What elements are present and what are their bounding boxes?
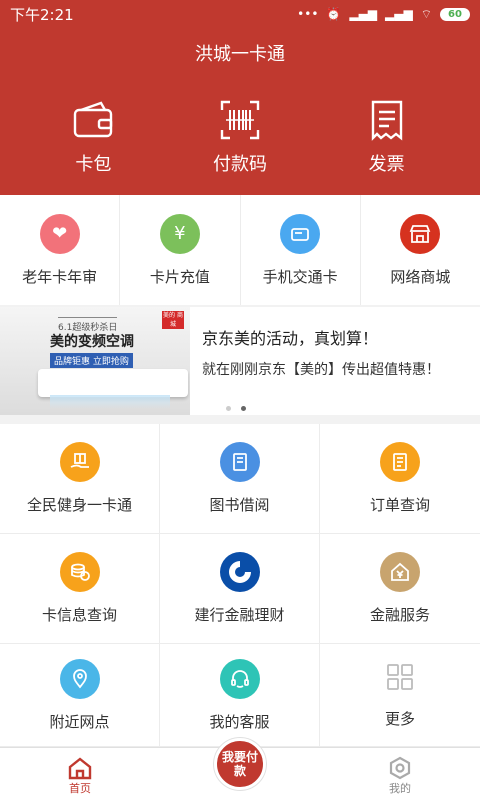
- customer-service-button[interactable]: 我的客服: [160, 644, 320, 747]
- book-icon: [219, 442, 260, 482]
- card-recharge-button[interactable]: ¥ 卡片充值: [120, 195, 241, 305]
- grid-label-3: 卡信息查询: [41, 606, 117, 624]
- air-flow-decoration: [50, 395, 170, 409]
- invoice-button[interactable]: 发票: [332, 98, 442, 176]
- pay-now-button[interactable]: 我要付款: [214, 738, 266, 790]
- alarm-icon: ⏰: [326, 7, 342, 21]
- coins-icon: [59, 552, 100, 592]
- home-icon: [68, 757, 92, 780]
- nav-mine[interactable]: 我的: [320, 748, 480, 800]
- ccb-finance-button[interactable]: 建行金融理财: [160, 534, 320, 644]
- nav-home[interactable]: 首页: [0, 748, 160, 800]
- page-title: 洪城一卡通: [195, 44, 285, 65]
- grid-label-2: 订单查询: [369, 496, 430, 514]
- quick-label-0: 老年卡年审: [22, 267, 98, 286]
- payment-code-label: 付款码: [212, 154, 267, 175]
- profile-hexagon-icon: [389, 756, 411, 780]
- quick-label-1: 卡片充值: [149, 267, 210, 286]
- more-dots-icon: •••: [297, 7, 319, 21]
- air-conditioner-image: [38, 369, 188, 397]
- receipt-icon: [371, 100, 402, 141]
- grid-label-5: 金融服务: [369, 606, 430, 624]
- grid-label-1: 图书借阅: [209, 496, 270, 514]
- battery-icon: 60: [440, 7, 470, 21]
- quick-label-2: 手机交通卡: [262, 267, 338, 286]
- mobile-transit-card-button[interactable]: 手机交通卡: [241, 195, 361, 305]
- banner-description: 就在刚刚京东【美的】传出超值特惠！: [202, 362, 440, 378]
- bottom-navigation: 首页 我的 我要付款: [0, 738, 480, 800]
- gift-hand-icon: [59, 442, 100, 482]
- carousel-dot[interactable]: [226, 406, 231, 411]
- yen-icon: ¥: [159, 213, 200, 254]
- house-yen-icon: [380, 552, 420, 592]
- store-icon: [400, 213, 441, 254]
- card-info-query-button[interactable]: 卡信息查询: [0, 534, 160, 644]
- financial-services-button[interactable]: 金融服务: [320, 534, 480, 644]
- order-query-button[interactable]: 订单查询: [320, 424, 480, 534]
- signal-2-icon: ▂▄▆: [385, 7, 413, 21]
- status-time: 下午2:21: [10, 5, 74, 24]
- heart-icon: ❤: [39, 213, 80, 254]
- card-wallet-label: 卡包: [75, 154, 112, 175]
- grid-icon: [385, 662, 415, 696]
- wallet-icon: [74, 101, 113, 138]
- location-icon: [59, 658, 100, 699]
- payment-code-button[interactable]: 付款码: [185, 98, 295, 176]
- online-store-button[interactable]: 网络商城: [361, 195, 480, 305]
- card-icon: [280, 213, 321, 254]
- app-header: 下午2:21 ••• ⏰ ▂▄▆ ▂▄▆ ⌔ 60 洪城一卡通 卡包 付款码 发…: [0, 0, 480, 195]
- promo-banner[interactable]: 6.1超级秒杀日 美的变频空调 品牌钜惠 立即抢购 美的 商城 京东美的活动，真…: [0, 307, 480, 415]
- quick-actions: ❤ 老年卡年审 ¥ 卡片充值 手机交通卡 网络商城: [0, 195, 480, 305]
- banner-image: 6.1超级秒杀日 美的变频空调 品牌钜惠 立即抢购 美的 商城: [0, 307, 190, 415]
- card-wallet-button[interactable]: 卡包: [38, 98, 148, 176]
- carousel-dot-active[interactable]: [241, 406, 246, 411]
- signal-icon: ▂▄▆: [349, 7, 378, 21]
- library-borrow-button[interactable]: 图书借阅: [160, 424, 320, 534]
- barcode-icon: [220, 100, 260, 140]
- wifi-icon: ⌔: [420, 6, 432, 21]
- elderly-card-review-button[interactable]: ❤ 老年卡年审: [0, 195, 121, 305]
- grid-label-7: 我的客服: [209, 712, 270, 731]
- promo-title: 美的变频空调: [50, 334, 134, 350]
- invoice-label: 发票: [368, 154, 405, 175]
- ccb-logo-icon: [219, 552, 260, 592]
- fitness-card-button[interactable]: 全民健身一卡通: [0, 424, 160, 534]
- brand-logo: 美的 商城: [162, 311, 184, 329]
- grid-label-6: 附近网点: [49, 712, 110, 731]
- grid-label-8: 更多: [384, 709, 415, 728]
- grid-label-4: 建行金融理财: [194, 606, 285, 624]
- headset-icon: [219, 658, 260, 699]
- status-icons: ••• ⏰ ▂▄▆ ▂▄▆ ⌔ 60: [297, 7, 470, 22]
- quick-label-3: 网络商城: [390, 267, 451, 286]
- banner-title: 京东美的活动，真划算！: [202, 329, 379, 348]
- grid-label-0: 全民健身一卡通: [26, 496, 132, 514]
- nav-home-label: 首页: [69, 782, 91, 795]
- promo-subtitle: 品牌钜惠 立即抢购: [50, 353, 133, 368]
- nav-mine-label: 我的: [389, 782, 411, 795]
- service-grid: 全民健身一卡通 图书借阅 订单查询 卡信息查询 建行金融理财 金融服务 附近网点…: [0, 424, 480, 747]
- carousel-indicator: [226, 406, 246, 411]
- nearby-outlets-button[interactable]: 附近网点: [0, 644, 160, 747]
- more-button[interactable]: 更多: [320, 644, 480, 747]
- document-icon: [380, 442, 420, 482]
- status-bar: 下午2:21 ••• ⏰ ▂▄▆ ▂▄▆ ⌔ 60: [0, 0, 480, 28]
